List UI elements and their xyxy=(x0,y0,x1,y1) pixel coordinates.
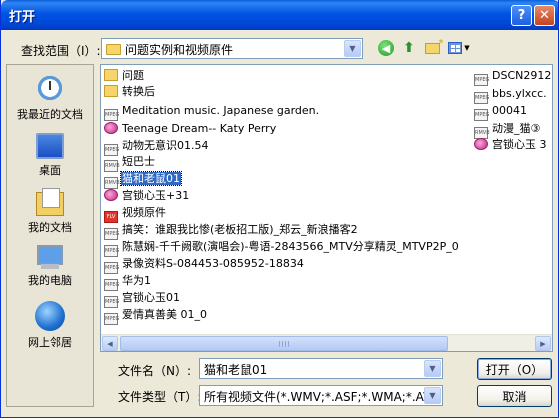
list-item[interactable]: MPEG 录像资料S-084453-085952-18834 xyxy=(104,256,305,274)
list-item[interactable]: RMVB 短巴士 xyxy=(104,154,156,172)
media-file-icon xyxy=(474,138,488,150)
views-menu-button[interactable]: ▼ xyxy=(447,39,471,57)
window-title: 打开 xyxy=(9,10,36,25)
video-file-icon: MPEG xyxy=(474,74,489,86)
help-icon: ? xyxy=(517,8,526,23)
video-file-icon: MPEG xyxy=(104,313,119,325)
close-button[interactable]: ✕ xyxy=(534,5,555,26)
list-item[interactable]: RMVB 猫和老鼠01 xyxy=(104,171,182,189)
filetype-dropdown[interactable]: 所有视频文件(*.WMV;*.ASF;*.WMA;*.AVI; ▼ xyxy=(199,385,443,406)
list-item[interactable]: MPEG bbs.ylxcc. xyxy=(474,86,548,104)
grip-icon xyxy=(279,341,289,347)
media-file-icon xyxy=(104,189,118,201)
back-button[interactable]: ◀ xyxy=(377,39,395,57)
list-item[interactable]: 宫锁心玉 3 xyxy=(474,137,548,152)
place-desktop[interactable]: 桌面 xyxy=(7,133,93,178)
media-file-icon xyxy=(104,122,118,134)
scroll-right-button[interactable]: ▶ xyxy=(535,336,551,351)
up-folder-button[interactable]: ⬆ xyxy=(400,39,418,57)
list-item[interactable]: MPEG 爱情真善美 01_0 xyxy=(104,307,208,325)
desktop-icon xyxy=(36,133,64,159)
views-icon xyxy=(448,42,463,54)
list-item[interactable]: 转换后 xyxy=(104,84,156,99)
lookin-label: 查找范围（I）: xyxy=(21,44,101,58)
list-item[interactable]: MPEG 搞笑：谁跟我比惨(老板招工版)_郑云_新浪播客2 xyxy=(104,222,359,240)
new-folder-icon xyxy=(424,38,444,54)
list-item[interactable]: MPEG 00041 xyxy=(474,103,528,121)
chevron-down-icon[interactable]: ▼ xyxy=(424,360,441,377)
place-recent-documents[interactable]: 我最近的文档 xyxy=(7,73,93,122)
place-label: 网上邻居 xyxy=(28,336,72,349)
scroll-left-button[interactable]: ◀ xyxy=(102,336,118,351)
video-file-icon: MPEG xyxy=(474,109,489,121)
horizontal-scrollbar[interactable]: ◀ ▶ xyxy=(101,334,552,351)
video-file-icon: MPEG xyxy=(104,109,119,121)
lookin-dropdown[interactable]: 问题实例和视频原件 ▼ xyxy=(101,38,363,59)
folder-icon xyxy=(104,69,118,81)
network-places-icon xyxy=(35,301,65,331)
list-item[interactable]: MPEG DSCN2912 xyxy=(474,68,552,86)
place-my-documents[interactable]: 我的文档 xyxy=(7,188,93,235)
filename-value: 猫和老鼠01 xyxy=(204,363,268,377)
file-list[interactable]: 问题 转换后 MPEG Meditation music. Japanese ga… xyxy=(100,64,553,352)
list-item[interactable]: 问题 xyxy=(104,68,145,83)
list-item[interactable]: MPEG 华为1 xyxy=(104,273,152,291)
folder-icon xyxy=(106,44,121,55)
scrollbar-thumb[interactable] xyxy=(120,336,448,351)
place-network[interactable]: 网上邻居 xyxy=(7,301,93,350)
place-label: 我的文档 xyxy=(28,221,72,234)
chevron-left-icon: ◀ xyxy=(107,339,113,348)
my-computer-icon xyxy=(35,245,65,269)
list-item[interactable]: 宫锁心玉+31 xyxy=(104,188,190,203)
lookin-value: 问题实例和视频原件 xyxy=(125,43,234,57)
list-item[interactable]: MPEG 宫锁心玉01 xyxy=(104,290,181,308)
cancel-button[interactable]: 取消 xyxy=(477,385,552,407)
help-button[interactable]: ? xyxy=(511,5,532,26)
up-folder-icon: ⬆ xyxy=(403,40,415,56)
list-item[interactable]: MPEG 陈慧娴-千千阙歌(演唱会)-粤语-2843566_MTV分享精灵_MTV… xyxy=(104,239,460,257)
recent-documents-icon xyxy=(34,73,66,103)
list-item[interactable]: MPEG Meditation music. Japanese garden. xyxy=(104,103,320,121)
back-arrow-icon: ◀ xyxy=(378,40,394,56)
filename-label: 文件名（N）: xyxy=(118,364,192,378)
place-label: 我的电脑 xyxy=(28,274,72,287)
places-bar: 我最近的文档 桌面 我的文档 我的电脑 网上邻居 xyxy=(6,64,94,407)
folder-icon xyxy=(104,85,118,97)
open-file-dialog: 打开 ? ✕ 查找范围（I）: 问题实例和视频原件 ▼ ◀ ⬆ ▼ 我最近的文档… xyxy=(0,0,559,418)
filetype-value: 所有视频文件(*.WMV;*.ASF;*.WMA;*.AVI; xyxy=(204,390,426,404)
list-item[interactable]: Teenage Dream-- Katy Perry xyxy=(104,121,277,136)
list-item[interactable]: RMVB 动漫_猫③ xyxy=(474,121,541,139)
my-documents-icon xyxy=(36,188,64,216)
place-label: 我最近的文档 xyxy=(17,108,83,121)
new-folder-button[interactable] xyxy=(423,38,444,57)
chevron-down-icon: ▼ xyxy=(464,44,470,52)
list-item[interactable]: MPEG 动物无意识01.54 xyxy=(104,138,210,156)
place-my-computer[interactable]: 我的电脑 xyxy=(7,245,93,288)
chevron-down-icon[interactable]: ▼ xyxy=(344,40,361,57)
filename-input[interactable]: 猫和老鼠01 ▼ xyxy=(199,358,443,379)
open-button[interactable]: 打开（O） xyxy=(477,358,552,380)
close-icon: ✕ xyxy=(539,8,550,23)
chevron-right-icon: ▶ xyxy=(540,339,546,348)
filetype-label: 文件类型（T）: xyxy=(118,390,202,404)
list-item[interactable]: FLV 视频原件 xyxy=(104,205,167,223)
chevron-down-icon[interactable]: ▼ xyxy=(424,387,441,404)
title-bar[interactable]: 打开 ? ✕ xyxy=(1,0,558,30)
place-label: 桌面 xyxy=(39,164,61,177)
